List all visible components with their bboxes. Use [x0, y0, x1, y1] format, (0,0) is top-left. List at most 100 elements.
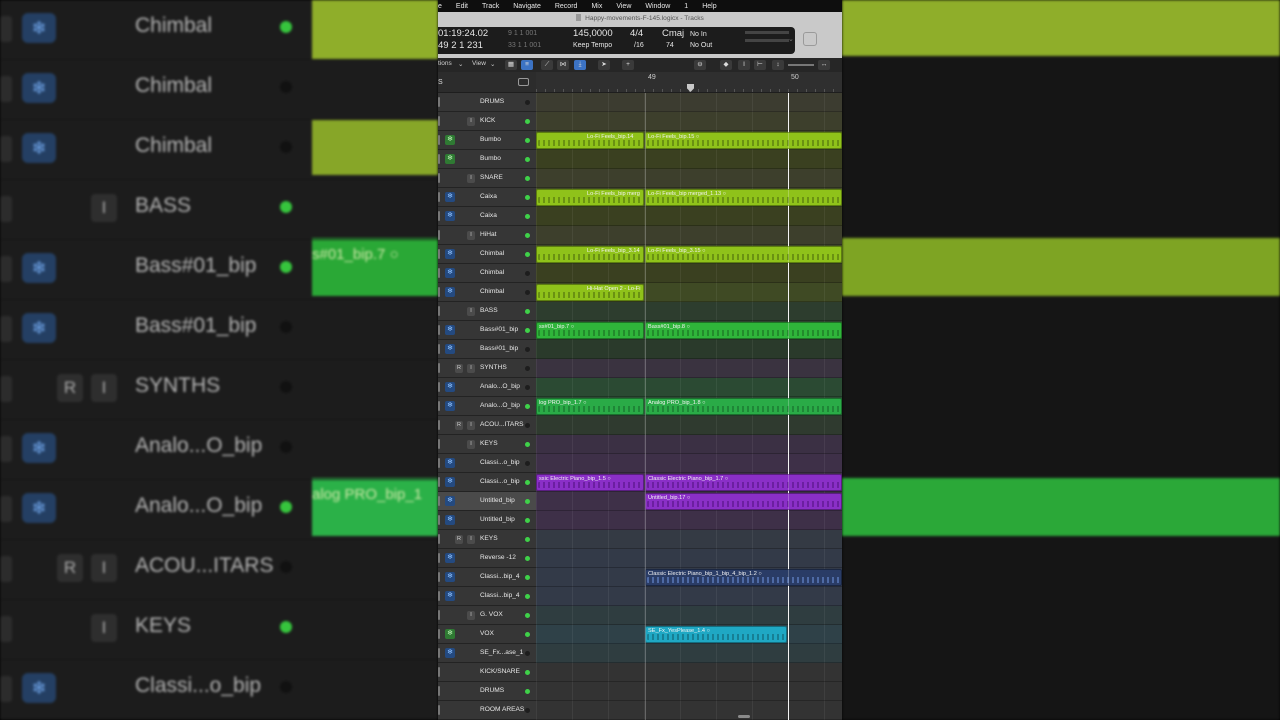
track-lane[interactable] — [536, 435, 842, 454]
horizontal-zoom-icon[interactable]: ↔ — [818, 60, 830, 70]
audio-region[interactable]: Untitled_bip.17 ○ — [645, 493, 842, 510]
freeze-snowflake-icon[interactable]: ❄ — [445, 211, 455, 221]
menu-view[interactable]: View — [616, 3, 631, 10]
freeze-snowflake-icon[interactable]: ❄ — [445, 477, 455, 487]
input-monitor-button[interactable]: I — [467, 231, 475, 240]
audio-region[interactable]: ssic Electric Piano_bip_1.5 ○ — [536, 474, 644, 491]
flex-icon[interactable]: ⋈ — [557, 60, 569, 70]
audio-region[interactable]: Lo-Fi Feels_bip_3.14 — [536, 246, 644, 263]
zoom-vertical-icon[interactable]: I — [738, 60, 750, 70]
menu-1[interactable]: 1 — [684, 3, 688, 10]
input-monitor-button[interactable]: I — [467, 440, 475, 449]
menu-window[interactable]: Window — [645, 3, 670, 10]
track-lane[interactable] — [536, 340, 842, 359]
track-header[interactable]: ❄ Chimbal — [438, 283, 536, 302]
track-header[interactable]: ❄ Analo...O_bip — [438, 378, 536, 397]
snap-icon[interactable]: ⊖ — [694, 60, 706, 70]
options-menu[interactable]: tions — [438, 60, 452, 67]
track-header[interactable]: ❄ Reverse -12 — [438, 549, 536, 568]
freeze-snowflake-icon[interactable]: ❄ — [445, 515, 455, 525]
track-header[interactable]: ❄ Caixa — [438, 207, 536, 226]
menu-edit[interactable]: Edit — [456, 3, 468, 10]
audio-region[interactable]: Classic Electric Piano_bip_1.7 ○ — [645, 474, 842, 491]
freeze-snowflake-icon[interactable]: ❄ — [445, 135, 455, 145]
track-lane[interactable] — [536, 264, 842, 283]
audio-region[interactable]: SE_Fx_YesPlease_1.4 ○ — [645, 626, 787, 643]
record-enable-button[interactable]: R — [455, 535, 463, 544]
freeze-snowflake-icon[interactable]: ❄ — [445, 629, 455, 639]
track-lane[interactable] — [536, 378, 842, 397]
track-header-folder[interactable]: I BASS — [438, 302, 536, 321]
track-lane[interactable] — [536, 226, 842, 245]
pencil-tool-icon[interactable]: + — [622, 60, 634, 70]
freeze-snowflake-icon[interactable]: ❄ — [445, 496, 455, 506]
menu-navigate[interactable]: Navigate — [513, 3, 541, 10]
track-header-folder[interactable]: R I KEYS — [438, 530, 536, 549]
track-lane[interactable] — [536, 169, 842, 188]
input-monitor-button[interactable]: I — [467, 421, 475, 430]
track-header[interactable]: ❄ Caixa — [438, 188, 536, 207]
input-monitor-button[interactable]: I — [467, 117, 475, 126]
track-lane[interactable] — [536, 207, 842, 226]
track-header[interactable]: ❄ Analo...O_bip — [438, 397, 536, 416]
track-lane[interactable] — [536, 359, 842, 378]
track-header-folder[interactable]: I SNARE — [438, 169, 536, 188]
track-header[interactable]: ❄ Chimbal — [438, 245, 536, 264]
track-lane[interactable] — [536, 549, 842, 568]
menu-record[interactable]: Record — [555, 3, 578, 10]
freeze-snowflake-icon[interactable]: ❄ — [445, 249, 455, 259]
track-header[interactable]: ❄ Untitled_bip — [438, 492, 536, 511]
track-lane[interactable] — [536, 606, 842, 625]
track-lane[interactable] — [536, 644, 842, 663]
grid-view-icon[interactable]: ▦ — [505, 60, 517, 70]
arrange-area[interactable]: Lo-Fi Feels_bip.14 Lo-Fi Feels_bip.15 ○ Lo… — [536, 93, 842, 720]
menu-mix[interactable]: Mix — [591, 3, 602, 10]
track-header-folder[interactable]: I KEYS — [438, 435, 536, 454]
freeze-snowflake-icon[interactable]: ❄ — [445, 553, 455, 563]
freeze-snowflake-icon[interactable]: ❄ — [445, 344, 455, 354]
track-lane[interactable] — [536, 530, 842, 549]
track-header[interactable]: ❄ SE_Fx...ase_1 — [438, 644, 536, 663]
freeze-snowflake-icon[interactable]: ❄ — [445, 192, 455, 202]
track-header[interactable]: ❄ Classi...bip_4 — [438, 587, 536, 606]
audio-region[interactable]: log PRO_bip_1.7 ○ — [536, 398, 644, 415]
audio-region[interactable]: Analog PRO_bip_1.8 ○ — [645, 398, 842, 415]
audio-region[interactable]: Lo-Fi Feels_bip_3.15 ○ — [645, 246, 842, 263]
track-lane[interactable] — [536, 93, 842, 112]
audio-region[interactable]: Lo-Fi Feels_bip merg — [536, 189, 644, 206]
track-lane[interactable] — [536, 416, 842, 435]
track-lane[interactable] — [536, 302, 842, 321]
track-header-folder[interactable]: I G. VOX — [438, 606, 536, 625]
freeze-snowflake-icon[interactable]: ❄ — [445, 325, 455, 335]
freeze-snowflake-icon[interactable]: ❄ — [445, 382, 455, 392]
input-monitor-button[interactable]: I — [467, 535, 475, 544]
track-header-folder[interactable]: KICK/SNARE — [438, 663, 536, 682]
list-view-icon[interactable]: ≡ — [521, 60, 533, 70]
audio-region[interactable]: Bass#01_bip.8 ○ — [645, 322, 842, 339]
track-header-folder[interactable]: I HiHat — [438, 226, 536, 245]
track-lane[interactable] — [536, 682, 842, 701]
audio-region[interactable]: Lo-Fi Feels_bip.14 — [536, 132, 644, 149]
freeze-snowflake-icon[interactable]: ❄ — [445, 572, 455, 582]
zoom-slider[interactable] — [788, 64, 814, 66]
freeze-snowflake-icon[interactable]: ❄ — [445, 154, 455, 164]
audio-region[interactable]: Lo-Fi Feels_bip.15 ○ — [645, 132, 842, 149]
track-header[interactable]: ❄ Classi...o_bip — [438, 473, 536, 492]
freeze-snowflake-icon[interactable]: ❄ — [445, 287, 455, 297]
track-lane[interactable] — [536, 701, 842, 720]
audio-region[interactable]: ss#01_bip.7 ○ — [536, 322, 644, 339]
record-enable-button[interactable]: R — [455, 364, 463, 373]
audio-region[interactable]: Classic Electric Piano_bip_1_bip_4_bip_1… — [645, 569, 842, 586]
audio-region[interactable]: Lo-Fi Feels_bip merged_1.13 ○ — [645, 189, 842, 206]
view-menu[interactable]: View — [472, 60, 486, 67]
vertical-zoom-icon[interactable]: ↕ — [772, 60, 784, 70]
track-header-folder[interactable]: R I SYNTHS — [438, 359, 536, 378]
freeze-snowflake-icon[interactable]: ❄ — [445, 401, 455, 411]
freeze-snowflake-icon[interactable]: ❄ — [445, 458, 455, 468]
track-header-folder[interactable]: ROOM AREAS — [438, 701, 536, 720]
track-lane[interactable] — [536, 454, 842, 473]
list-editors-button[interactable] — [803, 32, 817, 46]
track-lane[interactable] — [536, 112, 842, 131]
freeze-snowflake-icon[interactable]: ❄ — [445, 268, 455, 278]
menu-help[interactable]: Help — [702, 3, 716, 10]
